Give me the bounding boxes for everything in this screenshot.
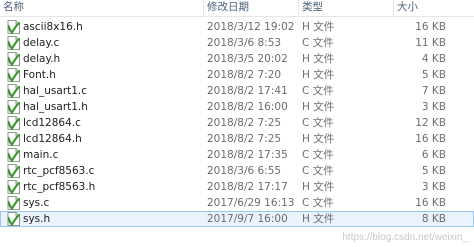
file-size: 8 KB: [421, 213, 446, 225]
file-type: C 文件: [302, 37, 334, 49]
file-size: 7 KB: [421, 85, 446, 97]
watermark: https://blog.csdn.net/weixin_: [342, 232, 468, 243]
file-size: 16 KB: [415, 197, 446, 209]
file-row[interactable]: sys.c 2017/6/29 16:13 C 文件 16 KB: [0, 195, 474, 211]
file-row[interactable]: rtc_pcf8563.h 2018/8/2 17:17 H 文件 3 KB: [0, 179, 474, 195]
file-modified: 2017/6/29 16:13: [207, 197, 295, 209]
file-size: 16 KB: [415, 21, 446, 33]
file-name: lcd12864.c: [23, 117, 81, 129]
file-row[interactable]: sys.h 2017/9/7 16:00 H 文件 8 KB: [0, 211, 474, 227]
file-row[interactable]: hal_usart1.c 2018/8/2 17:41 C 文件 7 KB: [0, 83, 474, 99]
source-file-icon: [7, 180, 20, 194]
file-modified: 2018/8/2 17:17: [207, 181, 288, 193]
file-type: H 文件: [302, 181, 335, 193]
file-name: Font.h: [23, 69, 56, 81]
file-type: H 文件: [302, 21, 335, 33]
file-row[interactable]: delay.h 2018/3/5 20:02 H 文件 4 KB: [0, 51, 474, 67]
file-modified: 2018/8/2 7:25: [207, 133, 282, 145]
file-row[interactable]: rtc_pcf8563.c 2018/3/6 6:55 C 文件 5 KB: [0, 163, 474, 179]
file-name: rtc_pcf8563.c: [23, 165, 95, 177]
column-header-type[interactable]: 类型: [298, 0, 390, 16]
file-size: 5 KB: [421, 69, 446, 81]
file-row[interactable]: ascii8x16.h 2018/3/12 19:02 H 文件 16 KB: [0, 19, 474, 35]
file-row[interactable]: lcd12864.c 2018/8/2 7:25 C 文件 12 KB: [0, 115, 474, 131]
file-row[interactable]: Font.h 2018/8/2 7:20 H 文件 5 KB: [0, 67, 474, 83]
file-type: H 文件: [302, 133, 335, 145]
file-modified: 2018/8/2 17:35: [207, 149, 288, 161]
file-type: C 文件: [302, 165, 334, 177]
file-row[interactable]: lcd12864.h 2018/8/2 7:25 H 文件 16 KB: [0, 131, 474, 147]
source-file-icon: [7, 84, 20, 98]
file-name: ascii8x16.h: [23, 21, 83, 33]
file-type: C 文件: [302, 85, 334, 97]
source-file-icon: [7, 100, 20, 114]
file-size: 16 KB: [415, 133, 446, 145]
file-name: hal_usart1.c: [23, 85, 88, 97]
file-size: 3 KB: [421, 181, 446, 193]
file-name: main.c: [23, 149, 59, 161]
file-name: delay.h: [23, 53, 61, 65]
file-type: H 文件: [302, 101, 335, 113]
file-size: 11 KB: [415, 37, 446, 49]
file-modified: 2018/3/6 6:55: [207, 165, 282, 177]
source-file-icon: [7, 164, 20, 178]
file-modified: 2017/9/7 16:00: [207, 213, 288, 225]
file-modified: 2018/8/2 16:00: [207, 101, 288, 113]
column-header-size[interactable]: 大小: [393, 0, 474, 16]
file-row[interactable]: delay.c 2018/3/6 8:53 C 文件 11 KB: [0, 35, 474, 51]
file-modified: 2018/3/12 19:02: [207, 21, 295, 33]
file-modified: 2018/8/2 7:20: [207, 69, 282, 81]
source-file-icon: [7, 196, 20, 210]
file-modified: 2018/3/6 8:53: [207, 37, 282, 49]
file-name: sys.h: [23, 213, 51, 225]
file-name: rtc_pcf8563.h: [23, 181, 96, 193]
file-row[interactable]: hal_usart1.h 2018/8/2 16:00 H 文件 3 KB: [0, 99, 474, 115]
file-size: 3 KB: [421, 101, 446, 113]
file-size: 4 KB: [421, 53, 446, 65]
file-modified: 2018/8/2 17:41: [207, 85, 288, 97]
column-header-modified[interactable]: 修改日期: [203, 0, 295, 16]
file-modified: 2018/8/2 7:25: [207, 117, 282, 129]
column-header-name[interactable]: 名称: [0, 0, 200, 16]
file-type: H 文件: [302, 69, 335, 81]
file-list: ascii8x16.h 2018/3/12 19:02 H 文件 16 KB dela…: [0, 19, 474, 227]
column-header-bar: 名称 修改日期 类型 大小: [0, 0, 474, 17]
source-file-icon: [7, 148, 20, 162]
file-type: C 文件: [302, 197, 334, 209]
file-name: hal_usart1.h: [23, 101, 88, 113]
source-file-icon: [7, 212, 20, 226]
file-size: 12 KB: [415, 117, 446, 129]
source-file-icon: [7, 68, 20, 82]
source-file-icon: [7, 20, 20, 34]
file-size: 5 KB: [421, 165, 446, 177]
source-file-icon: [7, 116, 20, 130]
file-size: 6 KB: [421, 149, 446, 161]
file-type: H 文件: [302, 53, 335, 65]
file-type: C 文件: [302, 117, 334, 129]
file-type: H 文件: [302, 213, 335, 225]
file-name: delay.c: [23, 37, 60, 49]
source-file-icon: [7, 52, 20, 66]
file-type: C 文件: [302, 149, 334, 161]
file-name: sys.c: [23, 197, 50, 209]
source-file-icon: [7, 36, 20, 50]
file-modified: 2018/3/5 20:02: [207, 53, 288, 65]
file-name: lcd12864.h: [23, 133, 82, 145]
source-file-icon: [7, 132, 20, 146]
file-row[interactable]: main.c 2018/8/2 17:35 C 文件 6 KB: [0, 147, 474, 163]
